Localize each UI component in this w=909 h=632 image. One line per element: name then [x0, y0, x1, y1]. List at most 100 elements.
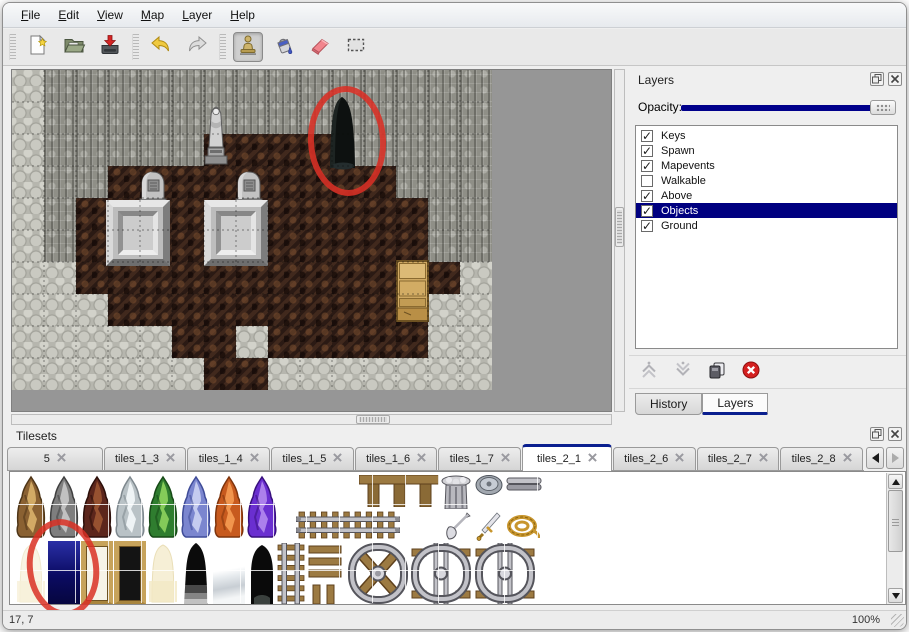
- tab-close-icon[interactable]: [417, 453, 426, 465]
- layer-row-walkable[interactable]: Walkable: [636, 173, 897, 188]
- tileset-sprite-snow-door[interactable]: [213, 541, 245, 604]
- layer-row-keys[interactable]: ✓Keys: [636, 128, 897, 143]
- tab-scroll-right-button[interactable]: [886, 447, 904, 469]
- layer-row-ground[interactable]: ✓Ground: [636, 218, 897, 233]
- scroll-down-button[interactable]: [888, 588, 903, 603]
- delete-layer-button[interactable]: [739, 361, 762, 384]
- tileset-sprite-wood-frame-door[interactable]: [81, 541, 113, 604]
- tileset-sprite-pale-door-2[interactable]: [147, 541, 179, 604]
- menu-help[interactable]: Help: [222, 5, 263, 25]
- tab-close-icon[interactable]: [843, 453, 852, 465]
- map-horizontal-scrollbar[interactable]: [11, 414, 612, 425]
- menu-view[interactable]: View: [89, 5, 131, 25]
- menu-edit[interactable]: Edit: [50, 5, 87, 25]
- tileset-tab-tiles_2_8[interactable]: tiles_2_8: [780, 447, 863, 470]
- tileset-tab-tiles_1_6[interactable]: tiles_1_6: [355, 447, 438, 470]
- layer-row-mapevents[interactable]: ✓Mapevents: [636, 158, 897, 173]
- tileset-sprite-purple-crystal[interactable]: [246, 475, 278, 539]
- tileset-tab-tiles_1_5[interactable]: tiles_1_5: [271, 447, 354, 470]
- eraser-button[interactable]: [305, 32, 335, 62]
- tileset-sprite-stone-column[interactable]: [440, 475, 472, 509]
- tileset-sprite-black-cave-door[interactable]: [180, 541, 212, 604]
- tab-scroll-left-button[interactable]: [866, 447, 884, 469]
- scrollbar-thumb[interactable]: [356, 415, 390, 424]
- tab-close-icon[interactable]: [57, 453, 66, 465]
- tab-close-icon[interactable]: [588, 453, 597, 465]
- open-button[interactable]: [59, 32, 89, 62]
- map-vertical-scrollbar[interactable]: [614, 69, 625, 412]
- duplicate-layer-button[interactable]: [705, 361, 728, 384]
- layer-checkbox[interactable]: ✓: [641, 160, 653, 172]
- dock-close-button[interactable]: [888, 427, 902, 441]
- toolbar-drag-handle[interactable]: [219, 34, 226, 60]
- new-file-button[interactable]: [23, 32, 53, 62]
- tileset-sprite-umber-rock[interactable]: [81, 475, 113, 539]
- tileset-sprite-metal-bars[interactable]: [506, 477, 542, 491]
- dock-float-button[interactable]: [870, 72, 884, 86]
- tileset-sprite-wood-beams[interactable]: [359, 475, 439, 507]
- layer-checkbox[interactable]: [641, 175, 653, 187]
- tileset-sprite-rope-coil[interactable]: [506, 513, 540, 539]
- tileset-tab-tiles_2_7[interactable]: tiles_2_7: [697, 447, 780, 470]
- tileset-sprite-shovel[interactable]: [443, 511, 473, 541]
- menu-file[interactable]: File: [13, 5, 48, 25]
- tileset-sprite-rail-junction-x[interactable]: [348, 543, 408, 604]
- tab-close-icon[interactable]: [759, 453, 768, 465]
- dock-float-button[interactable]: [870, 427, 884, 441]
- layer-list[interactable]: ✓Keys✓Spawn✓MapeventsWalkable✓Above✓Obje…: [635, 125, 898, 349]
- opacity-slider-track[interactable]: [681, 105, 896, 111]
- tab-close-icon[interactable]: [250, 453, 259, 465]
- tileset-sprite-gray-rock[interactable]: [48, 475, 80, 539]
- tileset-tab-tiles_1_4[interactable]: tiles_1_4: [187, 447, 270, 470]
- tileset-image[interactable]: [12, 473, 572, 604]
- opacity-slider[interactable]: [681, 104, 896, 112]
- tileset-tab-tiles_1_7[interactable]: tiles_1_7: [438, 447, 521, 470]
- select-button[interactable]: [341, 32, 371, 62]
- tab-close-icon[interactable]: [675, 453, 684, 465]
- tileset-sprite-blue-crystal[interactable]: [180, 475, 212, 539]
- tileset-sprite-pale-door[interactable]: [15, 541, 47, 604]
- toolbar-drag-handle[interactable]: [132, 34, 139, 60]
- tileset-sprite-gold-rock[interactable]: [15, 475, 47, 539]
- tileset-sprite-rail-track[interactable]: [296, 511, 400, 539]
- fill-button[interactable]: [269, 32, 299, 62]
- scrollbar-thumb[interactable]: [888, 490, 903, 552]
- layer-checkbox[interactable]: ✓: [641, 220, 653, 232]
- tileset-sprite-orange-crystal[interactable]: [213, 475, 245, 539]
- menu-map[interactable]: Map: [133, 5, 172, 25]
- tileset-tab-tiles_2_1[interactable]: tiles_2_1: [522, 444, 612, 471]
- tileset-vertical-scrollbar[interactable]: [886, 473, 903, 604]
- lower-layer-button[interactable]: [671, 361, 694, 384]
- tab-close-icon[interactable]: [333, 453, 342, 465]
- tileset-sprite-black-arch-door[interactable]: [246, 541, 278, 604]
- layer-checkbox[interactable]: ✓: [641, 205, 653, 217]
- tileset-sprite-sword[interactable]: [475, 511, 503, 541]
- tileset-sprite-snow-rock[interactable]: [114, 475, 146, 539]
- save-button[interactable]: [95, 32, 125, 62]
- tileset-sprite-navy-door-selected[interactable]: [48, 541, 80, 604]
- tileset-content[interactable]: [9, 471, 906, 605]
- resize-grip[interactable]: [891, 614, 904, 627]
- map-viewport[interactable]: [11, 69, 612, 412]
- tileset-sprite-shield[interactable]: [475, 475, 503, 495]
- tileset-sprite-rail-track-planks[interactable]: [277, 543, 345, 604]
- layer-checkbox[interactable]: ✓: [641, 190, 653, 202]
- tileset-tab-tiles_2_6[interactable]: tiles_2_6: [613, 447, 696, 470]
- tileset-sprite-rail-junction-ring[interactable]: [474, 543, 536, 604]
- dock-close-button[interactable]: [888, 72, 902, 86]
- tab-close-icon[interactable]: [501, 453, 510, 465]
- layer-checkbox[interactable]: ✓: [641, 145, 653, 157]
- toolbar-drag-handle[interactable]: [9, 34, 16, 60]
- dock-tab-layers[interactable]: Layers: [702, 393, 768, 415]
- tileset-sprite-rail-junction-ring[interactable]: [410, 543, 472, 604]
- scroll-up-button[interactable]: [888, 474, 903, 489]
- map-canvas[interactable]: [12, 70, 492, 390]
- undo-button[interactable]: [146, 32, 176, 62]
- layer-row-spawn[interactable]: ✓Spawn: [636, 143, 897, 158]
- scrollbar-thumb[interactable]: [615, 207, 624, 247]
- dock-tab-history[interactable]: History: [635, 393, 702, 415]
- layer-checkbox[interactable]: ✓: [641, 130, 653, 142]
- menu-layer[interactable]: Layer: [174, 5, 220, 25]
- tileset-sprite-green-crystal[interactable]: [147, 475, 179, 539]
- tileset-sprite-wood-frame-dark-door[interactable]: [114, 541, 146, 604]
